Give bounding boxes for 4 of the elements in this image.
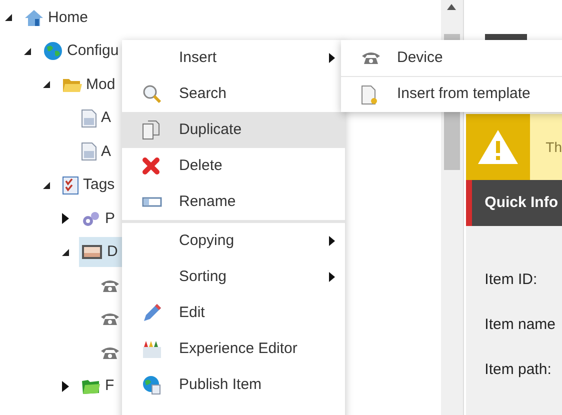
field-label: Item path: — [484, 361, 552, 379]
warning-text: Th — [546, 138, 562, 157]
field-label: Item ID: — [484, 271, 538, 289]
field-label: Item name — [484, 316, 557, 334]
